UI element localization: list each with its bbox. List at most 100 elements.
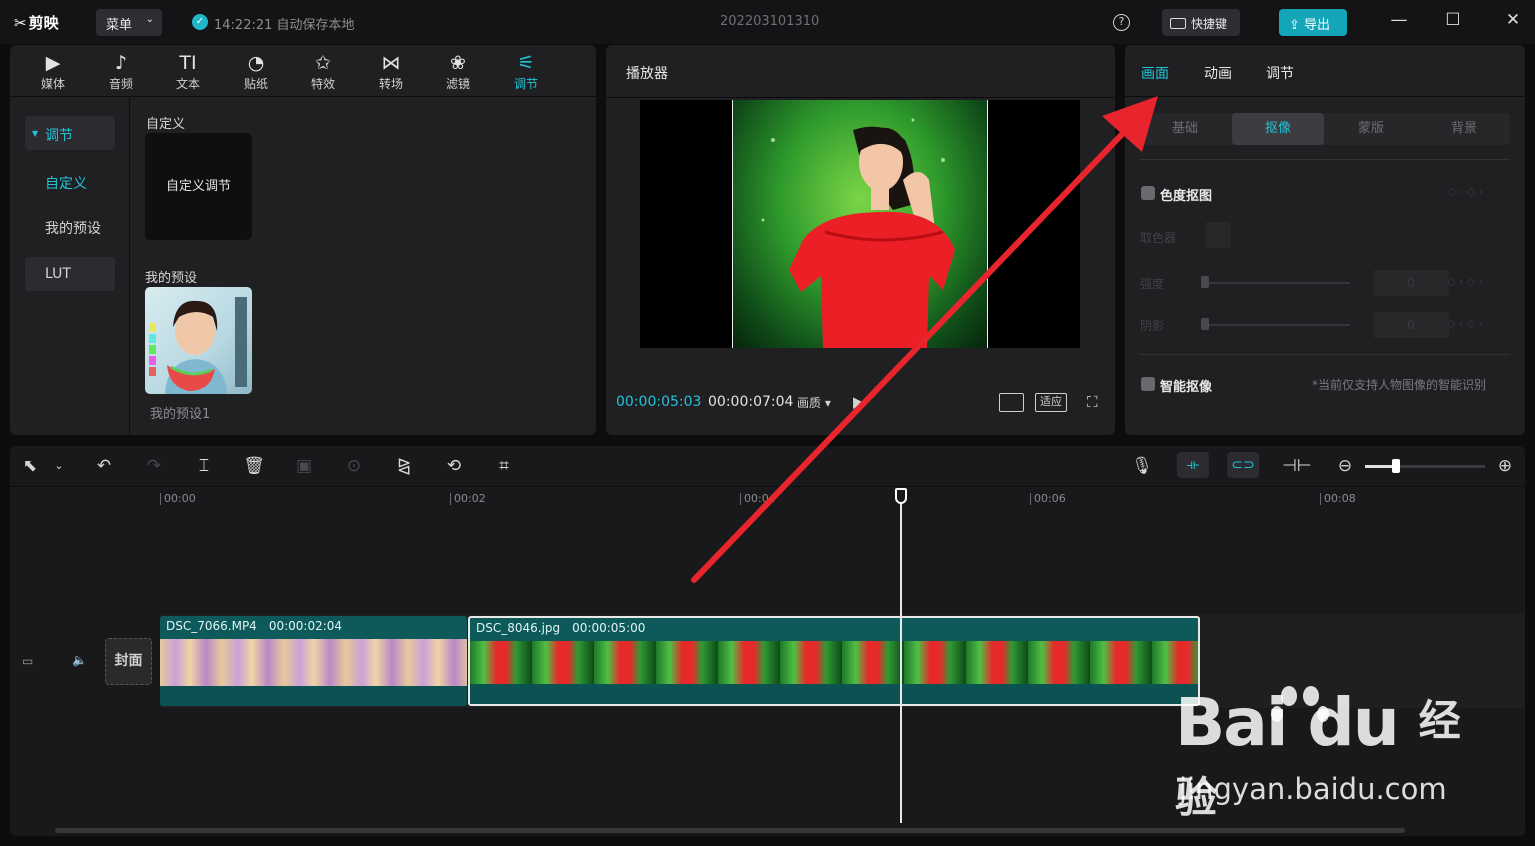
minimize-icon[interactable]: —	[1387, 10, 1411, 30]
playhead[interactable]	[900, 490, 902, 823]
export-button[interactable]: ⇪ 导出	[1279, 9, 1347, 36]
close-icon[interactable]: ✕	[1501, 10, 1525, 30]
quality-dropdown[interactable]: 画质 ▾	[797, 394, 831, 411]
freeze-frame-icon[interactable]: ▣	[293, 456, 315, 476]
zoom-slider[interactable]	[1365, 459, 1485, 473]
undo-icon[interactable]: ↶	[93, 456, 115, 476]
sidebar-item-my-presets[interactable]: 我的预设	[25, 209, 115, 243]
playhead-handle[interactable]	[895, 488, 907, 504]
preview-canvas[interactable]	[640, 100, 1080, 348]
preset-section-title: 我的预设	[145, 271, 198, 286]
tab-picture[interactable]: 画面	[1141, 63, 1169, 83]
clip-header: DSC_7066.MP4 00:00:02:04	[160, 616, 467, 638]
tab-media[interactable]: ▶ 媒体	[23, 51, 83, 92]
adjust-sidebar: ▼ 调节 自定义 我的预设 LUT	[10, 98, 130, 435]
subtab-background[interactable]: 背景	[1418, 113, 1510, 145]
shadow-input[interactable]: 0	[1373, 312, 1449, 338]
tab-adjust[interactable]: ⚟ 调节	[496, 51, 556, 92]
strength-slider-handle[interactable]	[1201, 276, 1209, 288]
strength-slider[interactable]	[1205, 282, 1350, 284]
shadow-slider[interactable]	[1205, 324, 1350, 326]
delete-icon[interactable]: 🗑	[243, 456, 265, 476]
select-cursor-icon[interactable]: ⬉	[19, 456, 41, 476]
preset-thumbnail-image	[149, 297, 247, 394]
shadow-slider-handle[interactable]	[1201, 318, 1209, 330]
export-label: 导出	[1304, 18, 1331, 33]
microphone-icon[interactable]: 🎙	[1131, 456, 1153, 476]
divider	[1139, 354, 1510, 355]
crop-icon[interactable]: ⌗	[493, 456, 515, 476]
fullscreen-icon[interactable]: ⛶	[1087, 393, 1098, 411]
color-picker-button[interactable]	[1205, 222, 1231, 248]
effects-icon: ✩	[315, 52, 331, 74]
zoom-fill	[1365, 465, 1395, 468]
subtab-basic[interactable]: 基础	[1139, 113, 1231, 145]
ruler-tick: 00:02	[450, 493, 486, 505]
chevron-down-icon: ⌄	[145, 14, 154, 25]
split-preview-icon[interactable]: ⊣⊢	[1282, 456, 1312, 476]
subtab-mask[interactable]: 蒙版	[1325, 113, 1417, 145]
preview-image	[732, 100, 988, 348]
chevron-down-icon[interactable]: ⌄	[48, 459, 70, 472]
cover-button[interactable]: 封面	[105, 638, 152, 685]
snap-icon[interactable]: ⟛	[1177, 452, 1209, 478]
keyframe-icon[interactable]: ◇ ‹ ◇ ›	[1447, 275, 1483, 288]
tab-filter[interactable]: ❀ 滤镜	[428, 51, 488, 92]
tab-label: 调节	[513, 77, 538, 91]
sidebar-item-adjust[interactable]: ▼ 调节	[25, 116, 115, 150]
clip-thumbnails	[470, 641, 1198, 688]
help-icon[interactable]: ?	[1113, 14, 1130, 31]
timeline-clip-selected[interactable]: DSC_8046.jpg 00:00:05:00	[468, 616, 1200, 706]
menu-button[interactable]: 菜单 ⌄	[96, 9, 162, 36]
track-visibility-icon[interactable]: ▭	[22, 654, 33, 668]
subtab-cutout[interactable]: 抠像	[1232, 113, 1324, 145]
total-time: 00:00:07:04	[708, 394, 794, 410]
play-circle-icon[interactable]: ⊙	[343, 456, 365, 476]
rotate-icon[interactable]: ⟲	[443, 456, 465, 476]
zoom-slider-handle[interactable]	[1392, 459, 1400, 473]
chroma-key-checkbox[interactable]	[1141, 186, 1155, 200]
tab-effects[interactable]: ✩ 特效	[293, 51, 353, 92]
transition-icon: ⋈	[381, 52, 401, 74]
tab-transition[interactable]: ⋈ 转场	[361, 51, 421, 92]
speaker-icon[interactable]: 🔈	[72, 653, 87, 667]
maximize-icon[interactable]: ☐	[1441, 10, 1465, 30]
tab-text[interactable]: TI 文本	[158, 51, 218, 92]
capcut-logo-icon: ✂	[14, 14, 27, 32]
tab-audio[interactable]: ♪ 音频	[91, 51, 151, 92]
zoom-in-icon[interactable]: ⊕	[1494, 456, 1516, 476]
sidebar-item-lut[interactable]: LUT	[25, 257, 115, 291]
timeline-clip[interactable]: DSC_7066.MP4 00:00:02:04	[160, 616, 467, 706]
ruler-tick: 00:08	[1320, 493, 1356, 505]
clip-name: DSC_8046.jpg	[476, 621, 561, 635]
mirror-icon[interactable]: ⧎	[393, 456, 415, 476]
zoom-out-icon[interactable]: ⊖	[1334, 456, 1356, 476]
divider	[606, 97, 1115, 98]
text-icon: TI	[179, 52, 197, 74]
preset-thumbnail[interactable]	[145, 287, 252, 394]
clip-thumbnails	[160, 639, 467, 686]
sidebar-item-custom[interactable]: 自定义	[25, 164, 115, 198]
tab-sticker[interactable]: ◔ 贴纸	[226, 51, 286, 92]
fit-button[interactable]: 适应	[1035, 393, 1067, 412]
divider	[1139, 159, 1510, 160]
tab-animation[interactable]: 动画	[1204, 63, 1232, 83]
play-icon[interactable]: ▶	[853, 393, 865, 411]
media-icon: ▶	[45, 52, 61, 74]
ruler-tick: 00:00	[160, 493, 196, 505]
sidebar-label: LUT	[45, 266, 71, 282]
waveform-icon[interactable]	[999, 393, 1024, 412]
split-icon[interactable]: ⌶	[193, 456, 215, 476]
strength-input[interactable]: 0	[1373, 270, 1449, 296]
tab-adjust-props[interactable]: 调节	[1266, 63, 1294, 83]
link-icon[interactable]: ⊂⊃	[1227, 452, 1259, 478]
keyframe-icon[interactable]: ◇ ‹ ◇ ›	[1447, 185, 1483, 198]
redo-icon[interactable]: ↷	[143, 456, 165, 476]
keyframe-icon[interactable]: ◇ ‹ ◇ ›	[1447, 317, 1483, 330]
shortcut-button[interactable]: 快捷键	[1162, 9, 1240, 36]
sidebar-label: 我的预设	[45, 221, 101, 237]
time-ruler[interactable]: 00:00 00:02 00:04 00:06 00:08	[10, 486, 1525, 506]
smart-cutout-checkbox[interactable]	[1141, 377, 1155, 391]
custom-adjust-card[interactable]: 自定义调节	[145, 133, 252, 240]
custom-section-title: 自定义	[146, 117, 186, 132]
